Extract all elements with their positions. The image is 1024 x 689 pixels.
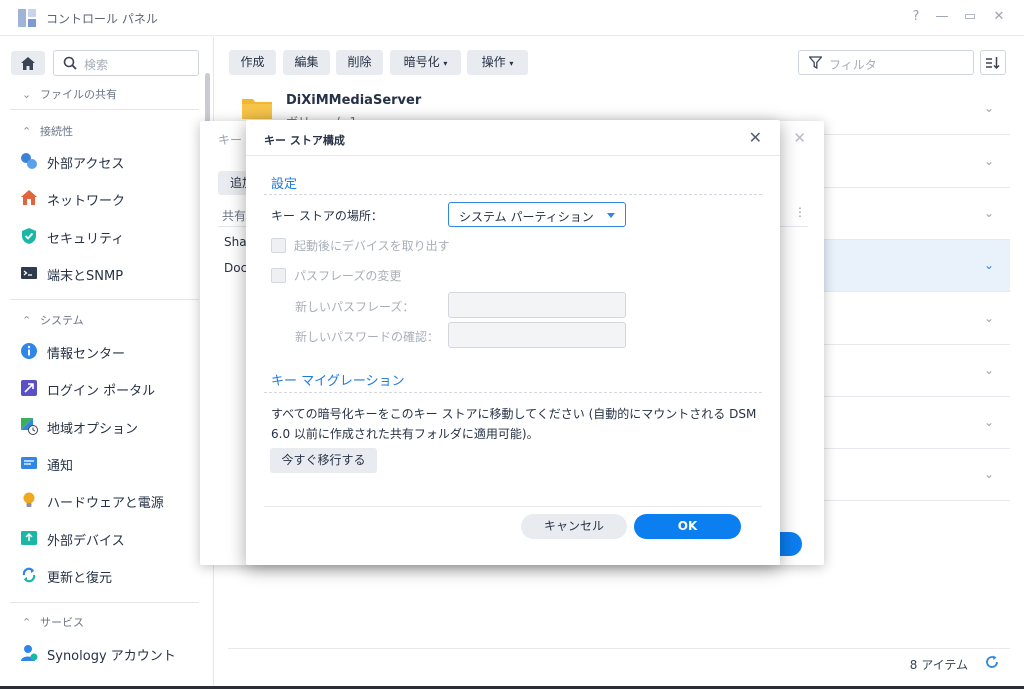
chevron-up-icon: ⌃ xyxy=(22,616,32,629)
dialog-title: キー xyxy=(218,133,243,147)
divider xyxy=(10,299,199,300)
filter-icon xyxy=(809,56,822,69)
caret-down-icon: ▾ xyxy=(443,59,448,68)
chevron-down-icon[interactable]: ⌄ xyxy=(984,415,994,429)
key-store-location-label: キー ストアの場所： xyxy=(271,209,383,223)
section-file-sharing[interactable]: ⌄ ファイルの共有 xyxy=(22,86,117,102)
eject-device-label: 起動後にデバイスを取り出す xyxy=(294,239,450,253)
key-store-location-select[interactable]: システム パーティション xyxy=(448,202,626,227)
chevron-down-icon[interactable]: ⌄ xyxy=(984,154,994,168)
new-passphrase-label: 新しいパスフレーズ： xyxy=(295,300,415,314)
network-icon xyxy=(21,190,37,205)
divider xyxy=(264,506,762,507)
sort-icon xyxy=(986,57,1000,69)
chevron-down-icon[interactable]: ⌄ xyxy=(984,206,994,220)
divider xyxy=(246,155,780,156)
close-icon[interactable]: ✕ xyxy=(793,129,806,147)
change-passphrase-label: パスフレーズの変更 xyxy=(294,269,402,283)
list-item[interactable]: Sha xyxy=(224,235,247,249)
folder-icon xyxy=(242,99,272,119)
info-icon xyxy=(21,343,37,359)
key-store-config-modal: キー ストア構成 ✕ 設定 キー ストアの場所： システム パーティション 起動… xyxy=(246,120,780,565)
hardware-power-icon xyxy=(23,492,35,507)
control-panel-icon xyxy=(18,9,36,27)
sort-button[interactable] xyxy=(980,50,1006,75)
maximize-button[interactable]: ▭ xyxy=(962,9,978,25)
ok-button[interactable] xyxy=(780,532,802,556)
chevron-down-icon[interactable]: ⌄ xyxy=(984,311,994,325)
list-item[interactable]: Doc xyxy=(224,261,247,275)
minimize-button[interactable]: — xyxy=(934,9,950,25)
search-placeholder: 検索 xyxy=(84,58,109,72)
section-title-key-migration: キー マイグレーション xyxy=(271,374,405,389)
chevron-up-icon: ⌃ xyxy=(22,125,32,138)
chevron-down-icon[interactable]: ⌄ xyxy=(984,258,994,272)
external-access-icon xyxy=(21,153,37,169)
encrypt-dropdown-button[interactable]: 暗号化 ▾ xyxy=(390,50,461,75)
change-passphrase-checkbox[interactable] xyxy=(271,268,286,283)
action-dropdown-button[interactable]: 操作 ▾ xyxy=(467,50,528,75)
new-passphrase-field[interactable] xyxy=(448,292,626,318)
section-title-settings: 設定 xyxy=(271,177,298,192)
home-button[interactable] xyxy=(11,51,45,75)
chevron-down-icon[interactable]: ⌄ xyxy=(984,467,994,481)
chevron-up-icon: ⌃ xyxy=(22,314,32,327)
close-window-button[interactable]: ✕ xyxy=(991,9,1007,25)
title-bar: コントロール パネル ? — ▭ ✕ xyxy=(0,0,1024,36)
edit-button[interactable]: 編集 xyxy=(283,50,330,75)
divider xyxy=(10,109,199,110)
row-name: DiXiMMediaServer xyxy=(286,93,422,108)
filter-input[interactable]: フィルタ xyxy=(798,50,974,75)
create-button[interactable]: 作成 xyxy=(229,50,276,75)
search-icon xyxy=(63,56,77,70)
caret-down-icon: ▾ xyxy=(509,59,514,68)
section-services[interactable]: ⌃ サービス xyxy=(22,614,84,630)
window-title: コントロール パネル xyxy=(46,12,158,26)
security-shield-icon xyxy=(22,228,36,244)
divider xyxy=(264,392,762,393)
sidebar-search-input[interactable]: 検索 xyxy=(53,50,199,76)
column-header-share: 共有 xyxy=(222,209,247,223)
divider xyxy=(10,602,199,603)
filter-placeholder: フィルタ xyxy=(829,58,877,72)
selected-value: システム パーティション xyxy=(459,210,594,224)
delete-button[interactable]: 削除 xyxy=(336,50,383,75)
ok-button[interactable]: OK xyxy=(634,514,741,539)
notification-icon xyxy=(21,457,37,469)
home-icon xyxy=(21,57,35,70)
terminal-icon xyxy=(21,267,37,279)
regional-options-icon xyxy=(21,418,38,435)
migrate-now-button[interactable]: 今すぐ移行する xyxy=(270,448,377,473)
item-count: 8 アイテム xyxy=(909,658,968,672)
synology-account-icon xyxy=(21,645,38,661)
divider xyxy=(264,194,762,195)
eject-device-checkbox[interactable] xyxy=(271,238,286,253)
section-system[interactable]: ⌃ システム xyxy=(22,312,84,328)
more-icon[interactable]: ⋮ xyxy=(794,205,806,219)
login-portal-icon xyxy=(21,380,37,396)
caret-down-icon xyxy=(607,213,615,218)
chevron-down-icon[interactable]: ⌄ xyxy=(984,101,994,115)
chevron-down-icon[interactable]: ⌄ xyxy=(984,363,994,377)
modal-title: キー ストア構成 xyxy=(264,134,345,147)
sidebar: 検索 ⌄ ファイルの共有 ⌃ 接続性 外部アクセス ネットワーク セキュリティ 端末… xyxy=(0,37,214,689)
section-connectivity[interactable]: ⌃ 接続性 xyxy=(22,123,73,139)
close-icon[interactable]: ✕ xyxy=(749,128,762,147)
external-device-icon xyxy=(21,531,37,545)
update-restore-icon xyxy=(22,567,36,583)
refresh-icon[interactable] xyxy=(984,654,1000,670)
migration-description: すべての暗号化キーをこのキー ストアに移動してください (自動的にマウントされる… xyxy=(271,407,757,441)
status-bar: 8 アイテム xyxy=(228,648,1010,676)
cancel-button[interactable]: キャンセル xyxy=(521,514,627,539)
confirm-passphrase-label: 新しいパスワードの確認： xyxy=(295,330,440,344)
help-button[interactable]: ? xyxy=(908,9,924,25)
confirm-passphrase-field[interactable] xyxy=(448,322,626,348)
chevron-down-icon: ⌄ xyxy=(22,88,32,101)
